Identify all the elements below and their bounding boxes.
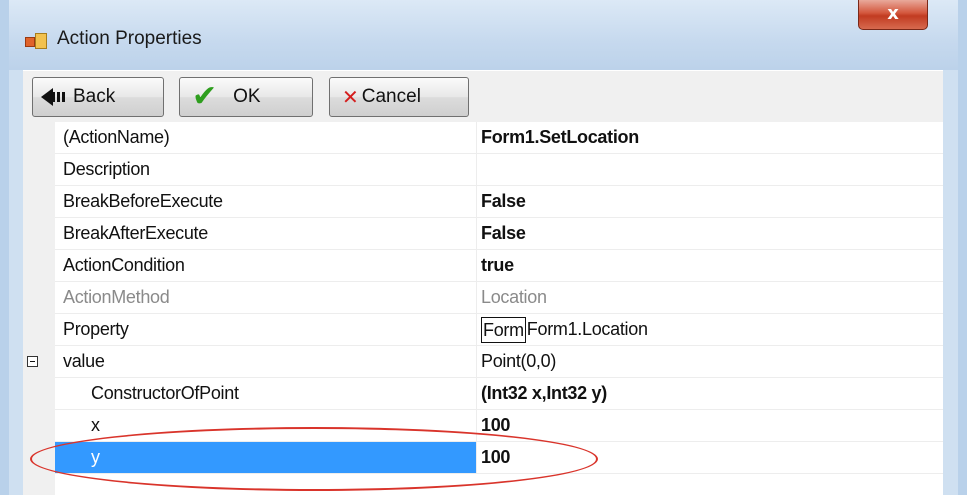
- close-button[interactable]: x: [858, 0, 928, 30]
- back-button-label: Back: [73, 86, 116, 107]
- property-name[interactable]: BreakAfterExecute: [55, 218, 477, 249]
- property-value[interactable]: False: [481, 186, 943, 217]
- property-row-actionmethod[interactable]: ActionMethod Location: [55, 282, 943, 314]
- checkmark-icon: ✔: [192, 79, 218, 114]
- property-name[interactable]: ConstructorOfPoint: [55, 378, 477, 409]
- form-properties-icon: [25, 33, 47, 49]
- property-name[interactable]: (ActionName): [55, 122, 477, 153]
- property-value[interactable]: 100: [481, 410, 943, 441]
- collapse-icon[interactable]: [27, 356, 38, 367]
- window-title: Action Properties: [57, 28, 202, 49]
- property-name[interactable]: Description: [55, 154, 477, 185]
- property-row-description[interactable]: Description: [55, 154, 943, 186]
- back-arrow-icon: [41, 88, 67, 106]
- cancel-button[interactable]: ✕ Cancel: [329, 77, 469, 117]
- property-row-y[interactable]: y 100: [55, 442, 943, 474]
- back-button[interactable]: Back: [32, 77, 164, 117]
- property-grid[interactable]: (ActionName) Form1.SetLocation Descripti…: [23, 122, 943, 495]
- property-name[interactable]: y: [55, 442, 477, 473]
- property-row-value[interactable]: value Point(0,0): [27, 346, 943, 378]
- red-x-icon: ✕: [342, 85, 359, 109]
- property-row-breakbeforeexecute[interactable]: BreakBeforeExecute False: [55, 186, 943, 218]
- property-value[interactable]: Form Form1.Location: [481, 314, 943, 345]
- property-row-actioncondition[interactable]: ActionCondition true: [55, 250, 943, 282]
- property-name[interactable]: ActionCondition: [55, 250, 477, 281]
- property-row-breakafterexecute[interactable]: BreakAfterExecute False: [55, 218, 943, 250]
- property-value-text: Form1.Location: [526, 319, 648, 339]
- ok-button[interactable]: ✔ OK: [179, 77, 313, 117]
- grid-gutter: [23, 122, 55, 495]
- property-name[interactable]: ActionMethod: [55, 282, 477, 313]
- property-value[interactable]: true: [481, 250, 943, 281]
- property-value[interactable]: False: [481, 218, 943, 249]
- property-name[interactable]: Property: [55, 314, 477, 345]
- property-name[interactable]: value: [55, 346, 477, 377]
- property-row-actionname[interactable]: (ActionName) Form1.SetLocation: [55, 122, 943, 154]
- title-bar[interactable]: Action Properties x: [9, 0, 958, 70]
- inline-edit-box[interactable]: Form: [481, 317, 526, 344]
- toolbar: Back ✔ OK ✕ Cancel: [23, 70, 943, 122]
- property-row-property[interactable]: Property Form Form1.Location: [55, 314, 943, 346]
- property-value[interactable]: 100: [481, 442, 943, 473]
- property-value[interactable]: Point(0,0): [481, 346, 943, 377]
- property-value[interactable]: Location: [481, 282, 943, 313]
- property-row-x[interactable]: x 100: [55, 410, 943, 442]
- property-value[interactable]: (Int32 x,Int32 y): [481, 378, 943, 409]
- property-row-constructorofpoint[interactable]: ConstructorOfPoint (Int32 x,Int32 y): [55, 378, 943, 410]
- property-value[interactable]: Form1.SetLocation: [481, 122, 943, 153]
- cancel-button-label: Cancel: [361, 86, 421, 107]
- property-name[interactable]: x: [55, 410, 477, 441]
- property-value[interactable]: [481, 154, 943, 185]
- property-name[interactable]: BreakBeforeExecute: [55, 186, 477, 217]
- ok-button-label: OK: [233, 86, 261, 107]
